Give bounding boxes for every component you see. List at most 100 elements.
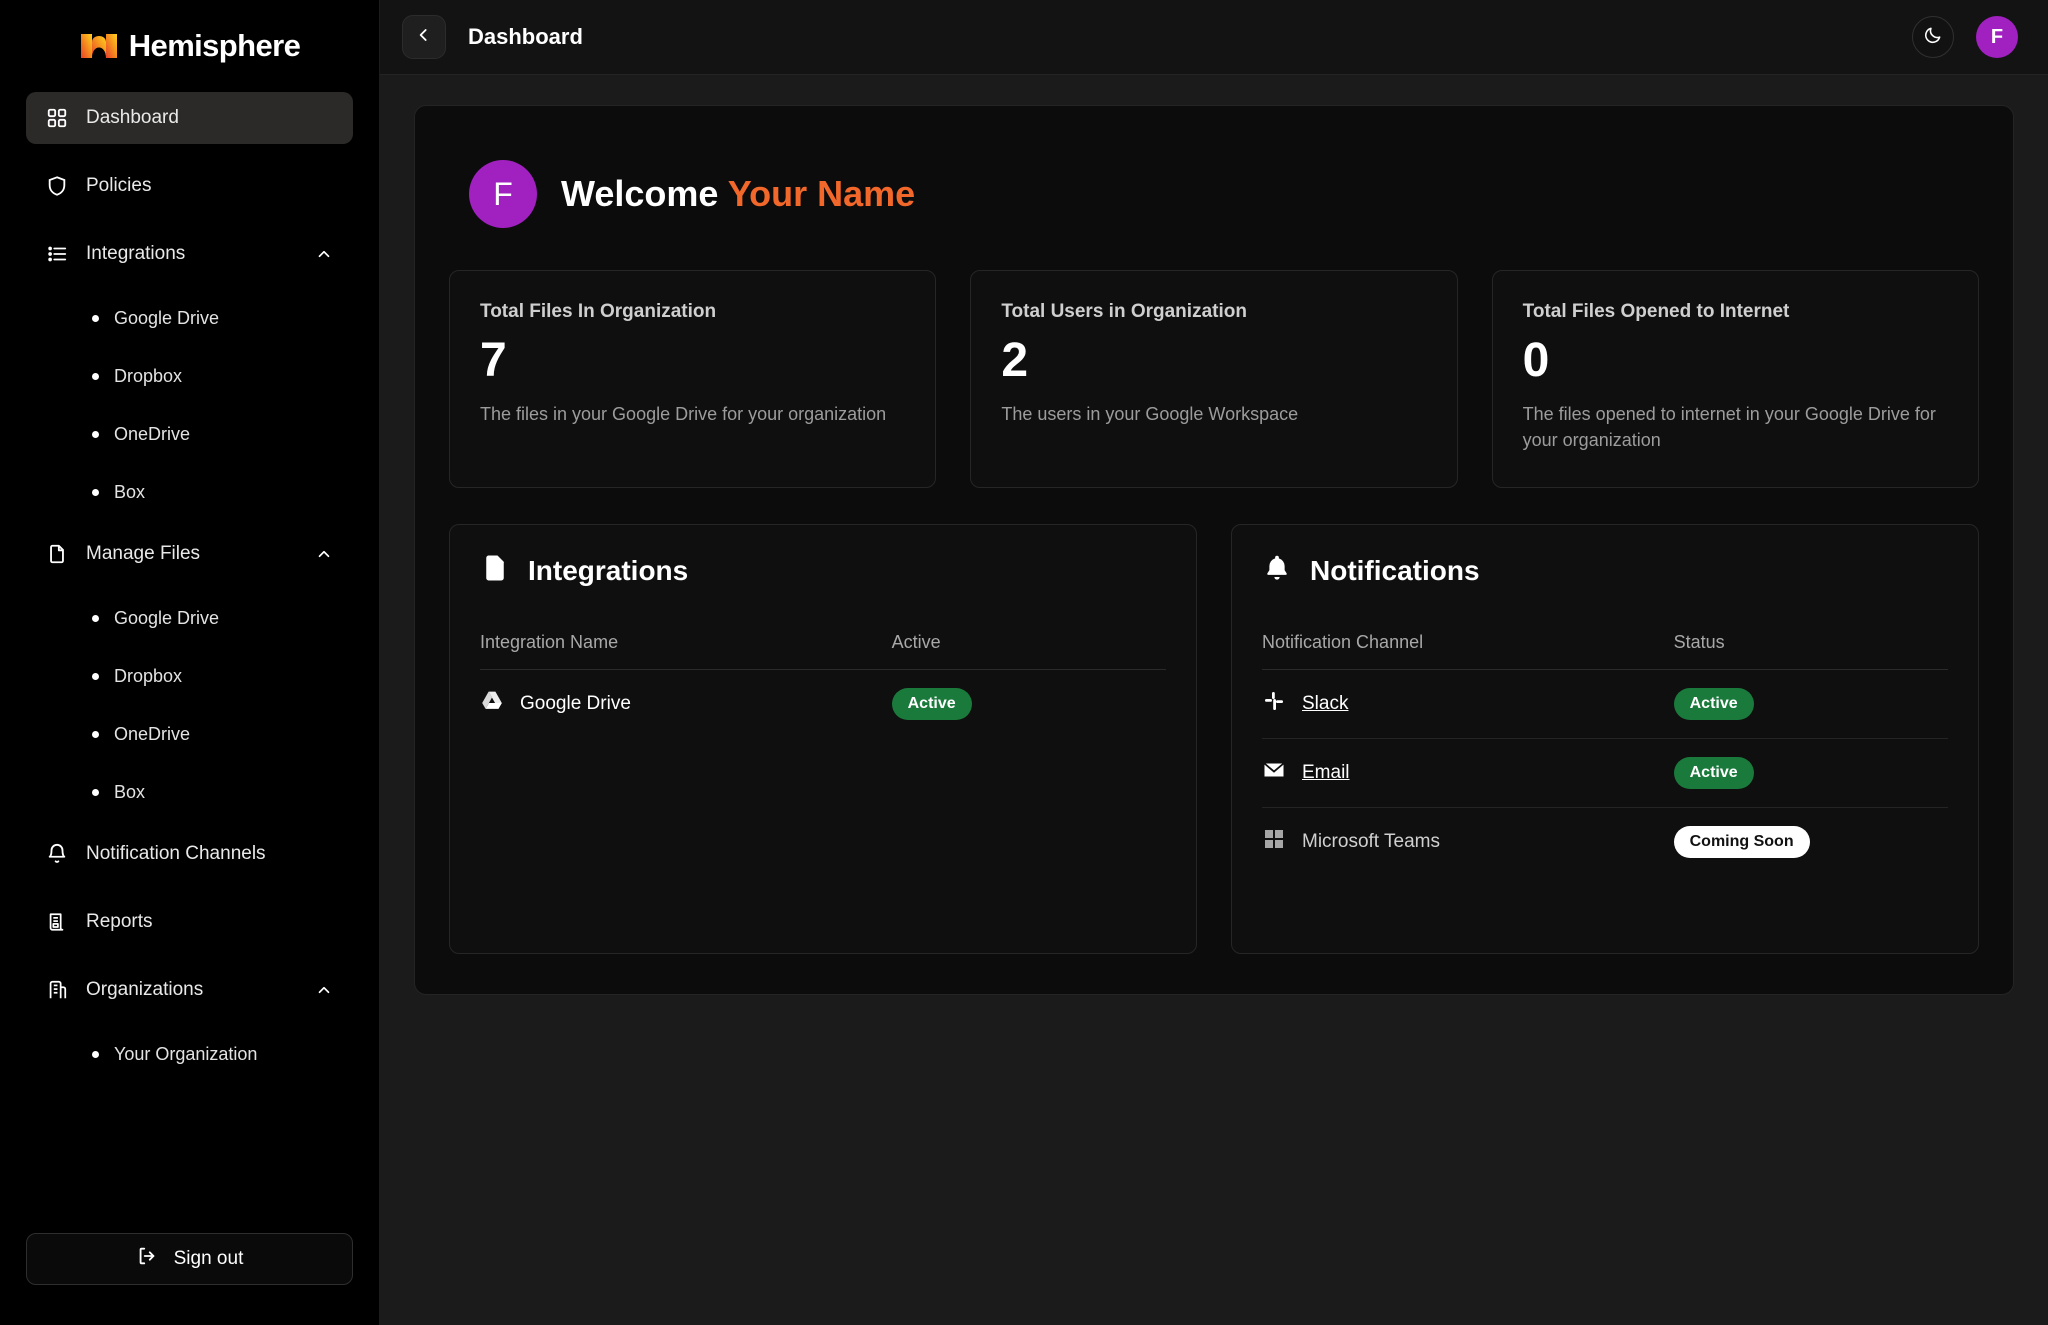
sidebar-subitem-your-organization[interactable]: Your Organization xyxy=(26,1032,353,1076)
bullet-icon xyxy=(92,788,99,796)
panel-title: Notifications xyxy=(1310,554,1480,586)
status-badge: Active xyxy=(891,688,972,721)
sidebar-item-integrations[interactable]: Integrations xyxy=(26,228,353,280)
sidebar-subitem-label: OneDrive xyxy=(114,423,191,444)
report-icon xyxy=(46,911,68,933)
sidebar-subitem-label: Dropbox xyxy=(114,365,183,386)
brand-name: Hemisphere xyxy=(128,28,301,63)
channel-name-cell: Microsoft Teams xyxy=(1262,808,1674,877)
status-badge: Active xyxy=(1673,757,1754,790)
table-row: Email Active xyxy=(1262,738,1948,809)
grid-icon xyxy=(46,107,68,129)
sidebar-subitem-label: OneDrive xyxy=(114,723,191,744)
stat-value: 2 xyxy=(1001,334,1029,387)
stat-title: Total Files Opened to Internet xyxy=(1522,301,1790,322)
panel-header: Integrations xyxy=(480,553,1166,588)
welcome-avatar: F xyxy=(469,160,537,228)
sidebar-item-notification-channels[interactable]: Notification Channels xyxy=(26,828,353,880)
logout-icon xyxy=(136,1245,158,1273)
sidebar-item-policies[interactable]: Policies xyxy=(26,160,353,212)
sidebar-subitem-manage-files-box[interactable]: Box xyxy=(26,770,353,814)
stat-description: The files opened to internet in your Goo… xyxy=(1522,404,1936,451)
chevron-up-icon[interactable] xyxy=(315,245,333,263)
welcome-username: Your Name xyxy=(727,173,916,214)
chevron-up-icon[interactable] xyxy=(315,981,333,999)
integration-name-cell: Google Drive xyxy=(480,670,892,739)
shield-icon xyxy=(46,175,68,197)
bullet-icon xyxy=(92,730,99,738)
sidebar-subitem-label: Your Organization xyxy=(114,1043,258,1064)
integration-status-cell: Active xyxy=(891,670,1166,739)
sidebar-item-dashboard[interactable]: Dashboard xyxy=(26,92,353,144)
channel-name-link[interactable]: Email xyxy=(1302,762,1350,784)
sidebar-subitem-integrations-dropbox[interactable]: Dropbox xyxy=(26,354,353,398)
sidebar-item-label: Integrations xyxy=(86,243,186,264)
list-icon xyxy=(46,243,68,265)
slack-icon xyxy=(1262,689,1286,719)
bullet-icon xyxy=(92,314,99,322)
bullet-icon xyxy=(92,1050,99,1058)
panel-header: Notifications xyxy=(1262,553,1948,588)
integrations-table: Integration Name Active Google Drive Act… xyxy=(480,632,1166,738)
sidebar-subitem-integrations-google-drive[interactable]: Google Drive xyxy=(26,296,353,340)
sidebar-item-label: Notification Channels xyxy=(86,843,266,864)
integration-name: Google Drive xyxy=(520,693,631,715)
bullet-icon xyxy=(92,614,99,622)
channel-name-cell: Email xyxy=(1262,738,1674,809)
sidebar-nav: Dashboard Policies Integrations Google D… xyxy=(0,92,379,1090)
sidebar-subitem-integrations-onedrive[interactable]: OneDrive xyxy=(26,412,353,456)
sidebar-item-manage-files[interactable]: Manage Files xyxy=(26,528,353,580)
hemisphere-logo-icon xyxy=(79,32,119,60)
sign-out-button[interactable]: Sign out xyxy=(26,1233,353,1285)
content-scroll: F Welcome Your Name Total Files In Organ… xyxy=(380,75,2048,1325)
column-header-integration-name: Integration Name xyxy=(480,632,892,671)
table-row: Microsoft Teams Coming Soon xyxy=(1262,808,1948,877)
column-header-active: Active xyxy=(891,632,1166,671)
bullet-icon xyxy=(92,488,99,496)
column-header-status: Status xyxy=(1673,632,1948,671)
sidebar-item-label: Reports xyxy=(86,911,153,932)
chevron-left-icon xyxy=(414,25,434,50)
moon-icon xyxy=(1923,25,1943,50)
sidebar-item-organizations[interactable]: Organizations xyxy=(26,964,353,1016)
bell-icon xyxy=(46,843,68,865)
app-root: Hemisphere Dashboard Policies Integratio… xyxy=(0,0,2048,1325)
sidebar-subitem-label: Box xyxy=(114,481,146,502)
user-avatar[interactable]: F xyxy=(1976,16,2018,58)
sidebar: Hemisphere Dashboard Policies Integratio… xyxy=(0,0,380,1325)
stat-card-total-files: Total Files In Organization 7 The files … xyxy=(449,270,937,489)
channel-name-link[interactable]: Slack xyxy=(1302,693,1348,715)
signout-container: Sign out xyxy=(0,1233,379,1325)
sidebar-subitem-manage-files-onedrive[interactable]: OneDrive xyxy=(26,712,353,756)
table-row: Slack Active xyxy=(1262,669,1948,740)
bullet-icon xyxy=(92,430,99,438)
channel-status-cell: Active xyxy=(1673,738,1948,809)
sidebar-item-reports[interactable]: Reports xyxy=(26,896,353,948)
email-icon xyxy=(1262,758,1286,788)
bullet-icon xyxy=(92,372,99,380)
notifications-panel: Notifications Notification Channel Statu… xyxy=(1231,524,1979,955)
stat-title: Total Users in Organization xyxy=(1001,301,1247,322)
theme-toggle-button[interactable] xyxy=(1912,16,1954,58)
table-header-row: Notification Channel Status xyxy=(1262,632,1948,671)
channel-name-cell: Slack xyxy=(1262,669,1674,740)
sidebar-subitem-integrations-box[interactable]: Box xyxy=(26,470,353,514)
brand[interactable]: Hemisphere xyxy=(0,0,379,92)
file-icon xyxy=(46,543,68,565)
panels-row: Integrations Integration Name Active Goo… xyxy=(449,524,1979,955)
sidebar-collapse-button[interactable] xyxy=(402,15,446,59)
sidebar-subitem-manage-files-dropbox[interactable]: Dropbox xyxy=(26,654,353,698)
sidebar-item-label: Policies xyxy=(86,175,152,196)
stat-description: The users in your Google Workspace xyxy=(1001,404,1299,424)
main-area: Dashboard F F Welcome Your Name Total Fi… xyxy=(380,0,2048,1325)
stat-card-total-users: Total Users in Organization 2 The users … xyxy=(970,270,1458,489)
panel-title: Integrations xyxy=(528,554,689,586)
sidebar-item-label: Dashboard xyxy=(86,107,179,128)
stats-row: Total Files In Organization 7 The files … xyxy=(449,270,1979,489)
channel-status-cell: Coming Soon xyxy=(1673,808,1948,877)
sidebar-subitem-label: Google Drive xyxy=(114,307,220,328)
sidebar-subitem-manage-files-google-drive[interactable]: Google Drive xyxy=(26,596,353,640)
microsoft-teams-icon xyxy=(1262,827,1286,857)
sidebar-subitem-label: Dropbox xyxy=(114,665,183,686)
chevron-up-icon[interactable] xyxy=(315,545,333,563)
